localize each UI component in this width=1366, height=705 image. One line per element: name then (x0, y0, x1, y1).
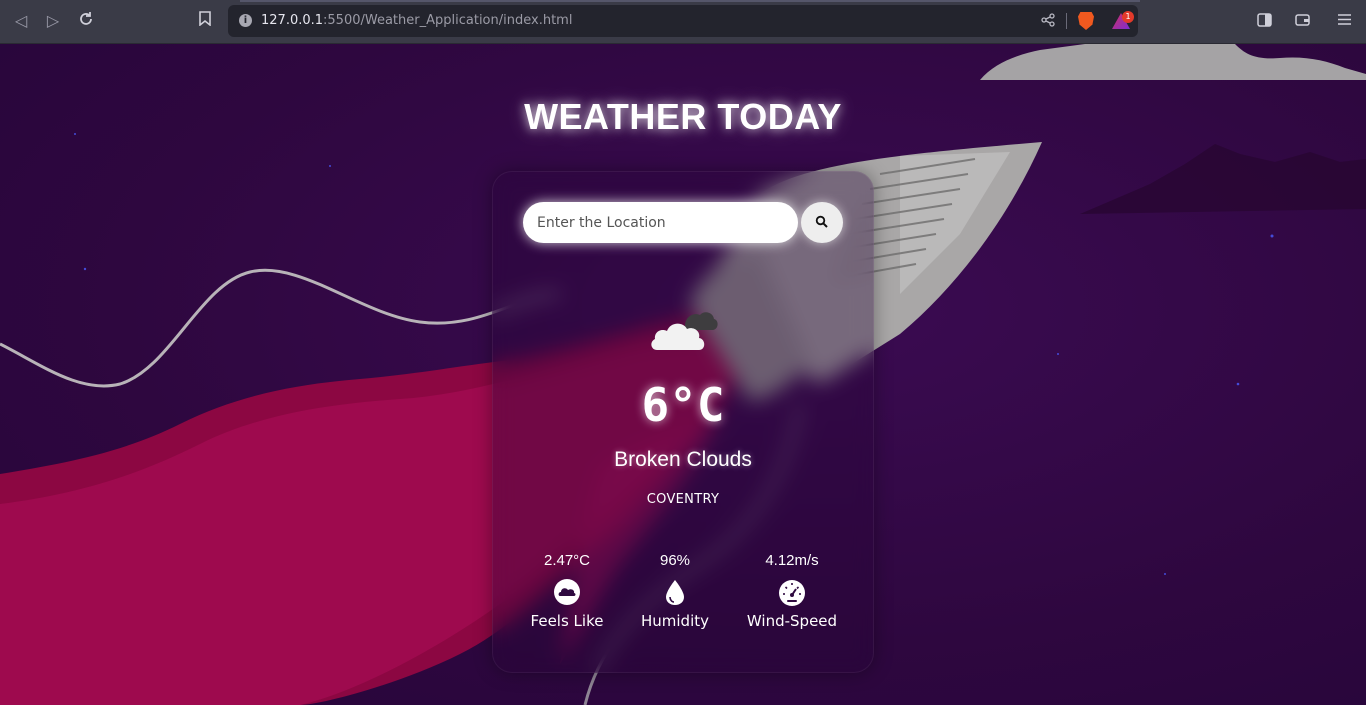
divider (1066, 13, 1067, 29)
speedometer-icon (779, 580, 805, 606)
feels-like-stat: 2.47°C Feels Like (507, 552, 627, 630)
location-search-input[interactable] (523, 202, 798, 243)
site-info-icon[interactable]: i (239, 14, 252, 27)
wallet-icon[interactable] (1294, 13, 1310, 29)
weather-description: Broken Clouds (614, 448, 752, 471)
cloud-circle-icon (554, 579, 580, 605)
temperature-value: 6°C (641, 378, 725, 432)
url-path: :5500/Weather_Application/index.html (323, 13, 573, 28)
search-icon (815, 215, 828, 228)
browser-toolbar: ◁ ▷ i 127.0.0.1:5500/Weather_Application… (0, 0, 1366, 44)
bookmark-icon[interactable] (195, 11, 215, 31)
weather-card: 6°C Broken Clouds COVENTRY 2.47°C Feels … (492, 171, 874, 673)
feels-like-value: 2.47°C (543, 552, 591, 569)
broken-clouds-icon (651, 312, 718, 350)
app-title: WEATHER TODAY (524, 96, 842, 137)
share-icon[interactable] (1041, 13, 1055, 31)
reload-icon[interactable] (76, 11, 96, 31)
wind-speed-value: 4.12m/s (765, 552, 819, 569)
feels-like-label: Feels Like (530, 612, 604, 630)
forward-icon[interactable]: ▷ (43, 11, 63, 31)
search-button[interactable] (801, 202, 843, 243)
rewards-badge: 1 (1122, 11, 1134, 23)
brave-shields-icon[interactable] (1078, 12, 1094, 30)
back-icon[interactable]: ◁ (11, 11, 31, 31)
menu-icon[interactable] (1336, 13, 1352, 29)
sidebar-toggle-icon[interactable] (1256, 13, 1272, 29)
wind-speed-stat: 4.12m/s Wind-Speed (732, 552, 852, 630)
humidity-stat: 96% Humidity (615, 552, 735, 630)
url-text[interactable]: 127.0.0.1:5500/Weather_Application/index… (261, 13, 572, 28)
humidity-value: 96% (659, 552, 691, 569)
city-name: COVENTRY (646, 492, 720, 507)
url-host: 127.0.0.1 (261, 13, 324, 28)
weather-page: WEATHER TODAY 6°C Broken Clouds COVENTRY… (0, 44, 1366, 705)
wind-speed-label: Wind-Speed (746, 612, 838, 630)
water-drop-icon (666, 580, 684, 605)
humidity-label: Humidity (640, 612, 709, 630)
address-bar[interactable]: i 127.0.0.1:5500/Weather_Application/ind… (228, 5, 1138, 37)
tab-strip (240, 0, 1140, 2)
